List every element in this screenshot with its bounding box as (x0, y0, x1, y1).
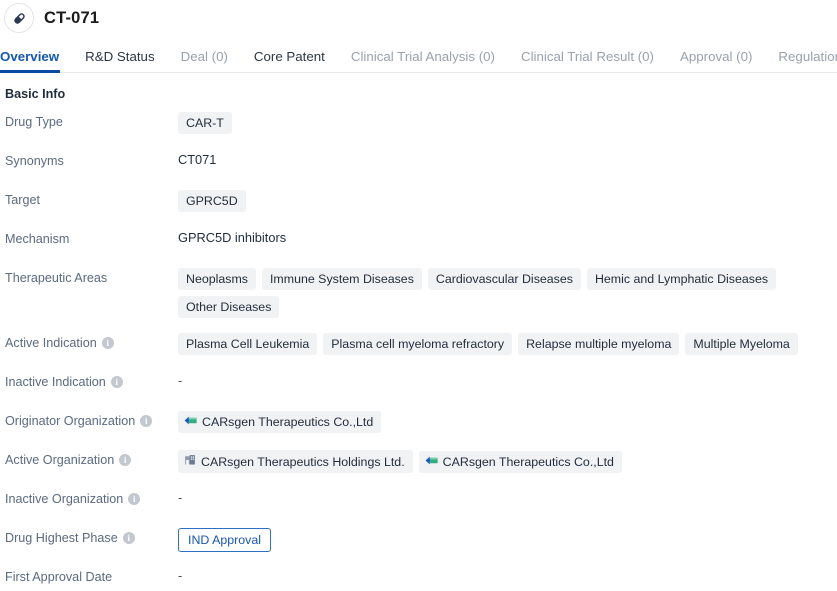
info-label-drug-type: Drug Type (0, 111, 178, 131)
info-row-first-approval-date: First Approval Date - (0, 566, 837, 591)
highest-phase-badge[interactable]: IND Approval (178, 528, 272, 552)
info-tooltip-icon[interactable]: i (110, 376, 123, 388)
info-label-inactive-indication: Inactive Indication i (0, 371, 178, 391)
info-label-active-indication: Active Indication i (0, 332, 178, 352)
info-value-inactive-organization: - (178, 488, 837, 507)
value-text: CT071 (178, 152, 217, 167)
info-row-synonyms: Synonyms CT071 (0, 150, 837, 175)
section-title-basic-info: Basic Info (5, 87, 66, 101)
label-text: Active Indication (5, 336, 97, 350)
organization-chip[interactable]: CARsgen Therapeutics Co.,Ltd (178, 411, 382, 433)
info-value-therapeutic-areas: Neoplasms Immune System Diseases Cardiovas… (178, 267, 837, 318)
info-label-therapeutic-areas: Therapeutic Areas (0, 267, 178, 287)
label-text: Inactive Indication (5, 375, 106, 389)
capsule-icon (4, 3, 34, 33)
value-empty: - (178, 568, 183, 583)
page-header: CT-071 (0, 2, 837, 34)
organization-chip[interactable]: CARsgen Therapeutics Co.,Ltd (418, 450, 622, 473)
info-label-synonyms: Synonyms (0, 150, 178, 170)
value-empty: - (178, 373, 183, 388)
organization-name: CARsgen Therapeutics Co.,Ltd (202, 415, 374, 429)
value-chip[interactable]: Cardiovascular Diseases (427, 268, 581, 290)
value-chip[interactable]: Relapse multiple myeloma (518, 333, 680, 355)
info-row-inactive-indication: Inactive Indication i - (0, 371, 837, 396)
info-row-drug-type: Drug Type CAR-T (0, 111, 837, 136)
label-text: Target (5, 193, 41, 207)
info-value-drug-type: CAR-T (178, 111, 837, 134)
info-label-active-organization: Active Organization i (0, 449, 178, 469)
value-chip[interactable]: Other Diseases (178, 296, 280, 318)
tab-regulation-0[interactable]: Regulation (0) (778, 49, 837, 72)
info-row-drug-highest-phase: Drug Highest Phase i IND Approval (0, 527, 837, 552)
label-text: Drug Highest Phase (5, 531, 118, 545)
info-row-target: Target GPRC5D (0, 189, 837, 214)
info-value-drug-highest-phase: IND Approval (178, 527, 837, 552)
info-tooltip-icon[interactable]: i (101, 337, 114, 349)
label-text: Inactive Organization (5, 492, 124, 506)
value-chip[interactable]: Hemic and Lymphatic Diseases (586, 268, 777, 290)
label-text: First Approval Date (5, 570, 113, 584)
value-chip[interactable]: Multiple Myeloma (685, 333, 798, 355)
info-label-target: Target (0, 189, 178, 209)
tab-core-patent[interactable]: Core Patent (254, 49, 325, 72)
tab-clinical-trial-result-0[interactable]: Clinical Trial Result (0) (521, 49, 654, 72)
value-chip[interactable]: Immune System Diseases (261, 268, 422, 290)
basic-info-table: Drug Type CAR-T Synonyms CT071 Target GPRC5D M… (0, 111, 837, 591)
value-chip[interactable]: Plasma Cell Leukemia (178, 333, 318, 355)
info-value-first-approval-date: - (178, 566, 837, 585)
value-chip[interactable]: CAR-T (178, 112, 232, 134)
info-value-synonyms: CT071 (178, 150, 837, 169)
tab-bar: Overview R&D Status Deal (0) Core Patent Cli… (0, 42, 837, 73)
building-icon (184, 454, 196, 469)
value-chip[interactable]: GPRC5D (178, 190, 246, 212)
info-tooltip-icon[interactable]: i (119, 454, 132, 466)
label-text: Originator Organization (5, 414, 136, 428)
label-text: Synonyms (5, 154, 64, 168)
info-row-active-organization: Active Organization i CARsgen Therapeutics… (0, 449, 837, 474)
page-title: CT-071 (44, 8, 100, 27)
info-value-originator-organization: CARsgen Therapeutics Co.,Ltd (178, 410, 837, 433)
info-row-originator-organization: Originator Organization i CARsgen Therapeu… (0, 410, 837, 435)
info-tooltip-icon[interactable]: i (140, 415, 153, 427)
organization-name: CARsgen Therapeutics Holdings Ltd. (201, 454, 405, 469)
info-row-mechanism: Mechanism GPRC5D inhibitors (0, 228, 837, 253)
carsgen-logo-icon (184, 415, 197, 429)
organization-chip[interactable]: CARsgen Therapeutics Holdings Ltd. (178, 450, 413, 473)
carsgen-logo-icon (425, 455, 438, 469)
label-text: Drug Type (5, 115, 63, 129)
info-label-mechanism: Mechanism (0, 228, 178, 248)
label-text: Mechanism (5, 232, 70, 246)
info-row-therapeutic-areas: Therapeutic Areas Neoplasms Immune System … (0, 267, 837, 318)
info-label-inactive-organization: Inactive Organization i (0, 488, 178, 508)
tab-r-d-status[interactable]: R&D Status (85, 49, 154, 72)
info-value-inactive-indication: - (178, 371, 837, 390)
tab-overview[interactable]: Overview (0, 49, 61, 73)
info-label-drug-highest-phase: Drug Highest Phase i (0, 527, 178, 547)
value-chip[interactable]: Plasma cell myeloma refractory (323, 333, 513, 355)
info-row-active-indication: Active Indication i Plasma Cell Leukemia Pl… (0, 332, 837, 357)
info-value-active-organization: CARsgen Therapeutics Holdings Ltd. CARsge… (178, 449, 837, 473)
info-tooltip-icon[interactable]: i (128, 493, 141, 505)
info-value-target: GPRC5D (178, 189, 837, 212)
value-text: GPRC5D inhibitors (178, 230, 287, 245)
organization-name: CARsgen Therapeutics Co.,Ltd (442, 454, 614, 469)
info-row-inactive-organization: Inactive Organization i - (0, 488, 837, 513)
tab-deal-0[interactable]: Deal (0) (181, 49, 228, 72)
info-value-mechanism: GPRC5D inhibitors (178, 228, 837, 247)
value-empty: - (178, 490, 183, 505)
info-label-first-approval-date: First Approval Date (0, 566, 178, 586)
info-value-active-indication: Plasma Cell Leukemia Plasma cell myeloma … (178, 332, 837, 355)
info-label-originator-organization: Originator Organization i (0, 410, 178, 430)
tab-clinical-trial-analysis-0[interactable]: Clinical Trial Analysis (0) (351, 49, 495, 72)
info-tooltip-icon[interactable]: i (122, 532, 135, 544)
label-text: Active Organization (5, 453, 115, 467)
value-chip[interactable]: Neoplasms (178, 268, 256, 290)
label-text: Therapeutic Areas (5, 271, 108, 285)
tab-approval-0[interactable]: Approval (0) (680, 49, 752, 72)
